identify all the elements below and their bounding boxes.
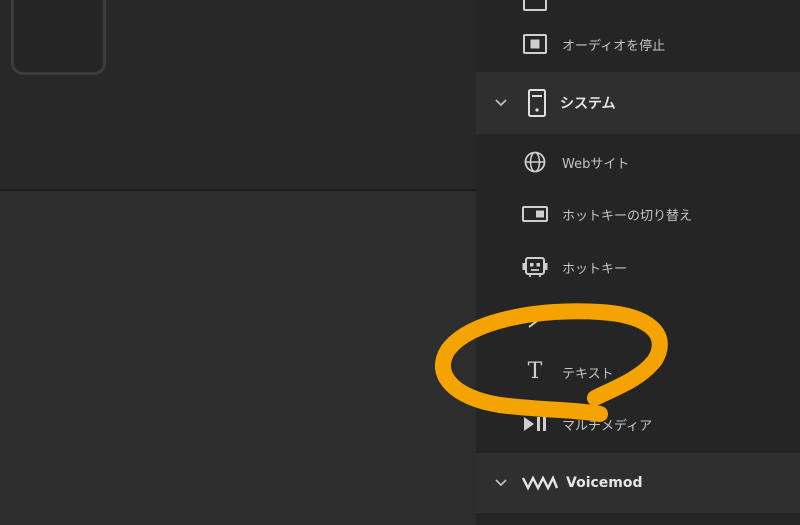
- multimedia-icon: [520, 409, 550, 439]
- action-item-multimedia[interactable]: マルチメディア: [476, 399, 800, 449]
- key-slot[interactable]: [11, 0, 106, 75]
- action-label: ホットキーの切り替え: [562, 208, 693, 224]
- category-system[interactable]: システム: [476, 72, 800, 134]
- action-item-hotkey-switch[interactable]: ホットキーの切り替え: [476, 189, 800, 239]
- action-item-stop-audio[interactable]: オーディオを停止: [476, 19, 800, 69]
- action-label: Webサイト: [562, 156, 630, 172]
- key-canvas: [0, 0, 476, 525]
- action-label: オーディオを停止: [562, 38, 666, 54]
- canvas-divider: [0, 189, 476, 191]
- action-item-website[interactable]: Webサイト: [476, 137, 800, 187]
- action-label: マルチメディア: [562, 418, 653, 434]
- chevron-down-icon: [493, 95, 509, 111]
- open-icon: [520, 306, 550, 336]
- robot-hotkey-icon: [520, 252, 550, 282]
- category-label: Voicemod: [566, 475, 643, 491]
- globe-icon: [520, 147, 550, 177]
- window-icon: [520, 0, 550, 18]
- action-label: テキスト: [562, 366, 614, 382]
- computer-tower-icon: [522, 88, 552, 118]
- voicemod-logo-icon: [522, 468, 558, 498]
- action-item-open[interactable]: [476, 296, 800, 346]
- action-item-hotkey[interactable]: ホットキー: [476, 242, 800, 292]
- text-icon: T: [527, 359, 543, 384]
- category-label: システム: [560, 96, 616, 112]
- action-item-text[interactable]: T テキスト: [476, 347, 800, 397]
- hotkey-toggle-icon: [520, 199, 550, 229]
- action-list-panel: オーディオを停止 システム Webサイト ホットキーの切り替え ホットキー T …: [476, 0, 800, 525]
- chevron-down-icon: [493, 475, 509, 491]
- key-grid-area: [0, 0, 476, 189]
- stop-audio-icon: [520, 29, 550, 59]
- action-label: ホットキー: [562, 261, 628, 277]
- category-voicemod[interactable]: Voicemod: [476, 453, 800, 513]
